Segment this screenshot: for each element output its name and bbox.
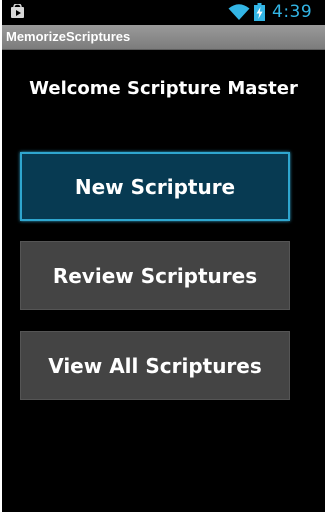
play-store-icon: [10, 3, 25, 19]
battery-charging-icon: [254, 3, 265, 21]
new-scripture-button[interactable]: New Scripture: [20, 152, 290, 221]
status-clock: 4:39: [272, 2, 313, 22]
review-scriptures-label: Review Scriptures: [52, 263, 258, 288]
review-scriptures-button[interactable]: Review Scriptures: [20, 241, 290, 310]
view-all-scriptures-label: View All Scriptures: [48, 353, 262, 378]
status-bar: 4:39: [2, 0, 325, 24]
new-scripture-label: New Scripture: [74, 174, 236, 199]
welcome-heading: Welcome Scripture Master: [29, 78, 298, 99]
wifi-icon: [228, 3, 250, 21]
view-all-scriptures-button[interactable]: View All Scriptures: [20, 331, 290, 400]
app-title: MemorizeScriptures: [6, 29, 131, 44]
app-screen: 4:39 MemorizeScriptures Welcome Scriptur…: [2, 0, 325, 512]
action-bar: MemorizeScriptures: [2, 25, 325, 50]
